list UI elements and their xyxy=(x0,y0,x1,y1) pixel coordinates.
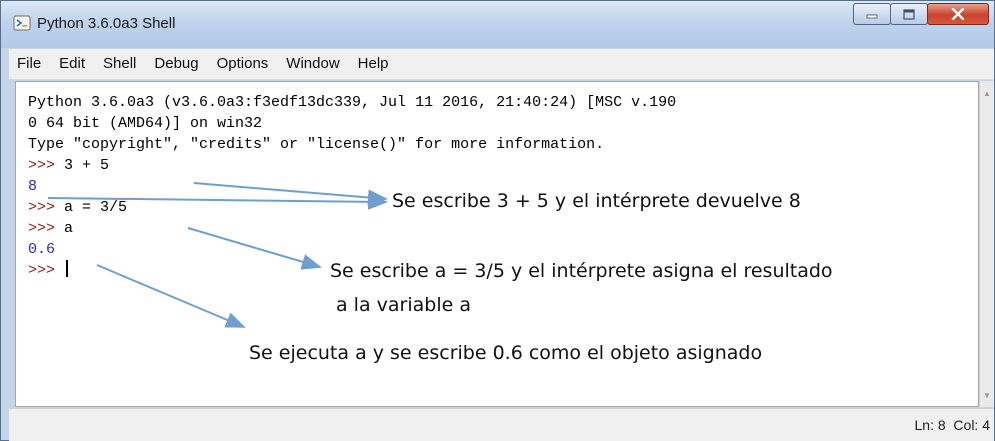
input-line-1: >>> 3 + 5 xyxy=(28,155,676,176)
minimize-button[interactable] xyxy=(853,3,891,25)
prompt: >>> xyxy=(28,199,56,216)
input-text: a = 3/5 xyxy=(55,199,128,216)
banner-line-1: Python 3.6.0a3 (v3.6.0a3:f3edf13dc339, J… xyxy=(28,94,677,111)
shell-output: Python 3.6.0a3 (v3.6.0a3:f3edf13dc339, J… xyxy=(28,92,676,281)
menu-options[interactable]: Options xyxy=(209,49,279,79)
prompt: >>> xyxy=(28,157,56,174)
input-text: 3 + 5 xyxy=(55,157,110,174)
minimize-icon xyxy=(866,14,878,19)
annotation-sum: Se escribe 3 + 5 y el intérprete devuelv… xyxy=(392,190,801,212)
window-title: Python 3.6.0a3 Shell xyxy=(37,15,176,32)
output-line-3: 0.6 xyxy=(28,241,56,258)
input-text: a xyxy=(55,220,74,237)
text-cursor xyxy=(66,260,69,277)
prompt: >>> xyxy=(28,262,56,279)
status-position: Ln: 8 Col: 4 xyxy=(915,417,991,433)
menu-debug[interactable]: Debug xyxy=(146,49,208,79)
close-button[interactable] xyxy=(927,3,989,25)
shell-text-area[interactable]: Python 3.6.0a3 (v3.6.0a3:f3edf13dc339, J… xyxy=(15,81,979,407)
shell-window: Python 3.6.0a3 Shell File Edit Shell Deb… xyxy=(0,0,995,441)
input-line-3: >>> a xyxy=(28,218,676,239)
status-bar: Ln: 8 Col: 4 xyxy=(9,408,994,441)
menu-edit[interactable]: Edit xyxy=(51,49,95,79)
python-idle-icon xyxy=(13,15,31,31)
prompt: >>> xyxy=(28,220,56,237)
maximize-button[interactable] xyxy=(890,3,928,25)
title-bar[interactable]: Python 3.6.0a3 Shell xyxy=(1,1,994,48)
close-icon xyxy=(951,8,965,20)
status-line: Ln: 8 xyxy=(914,417,946,433)
banner-line-3: Type "copyright", "credits" or "license(… xyxy=(28,136,605,153)
menu-shell[interactable]: Shell xyxy=(95,49,146,79)
annotation-assign-line-1: Se escribe a = 3/5 y el intérprete asign… xyxy=(330,260,833,282)
status-col: Col: 4 xyxy=(953,417,990,433)
annotation-assign-line-2: a la variable a xyxy=(336,294,471,316)
menu-help[interactable]: Help xyxy=(350,49,399,79)
menu-bar: File Edit Shell Debug Options Window Hel… xyxy=(9,49,994,80)
annotation-exec: Se ejecuta a y se escribe 0.6 como el ob… xyxy=(249,342,763,364)
maximize-icon xyxy=(903,8,915,20)
menu-window[interactable]: Window xyxy=(278,49,349,79)
scroll-up-icon[interactable]: ▲ xyxy=(983,90,991,98)
scroll-down-icon[interactable]: ▼ xyxy=(983,392,991,400)
menu-file[interactable]: File xyxy=(9,49,51,79)
vertical-scrollbar[interactable]: ▲ ▼ xyxy=(979,81,994,407)
banner-line-2: 0 64 bit (AMD64)] on win32 xyxy=(28,115,263,132)
